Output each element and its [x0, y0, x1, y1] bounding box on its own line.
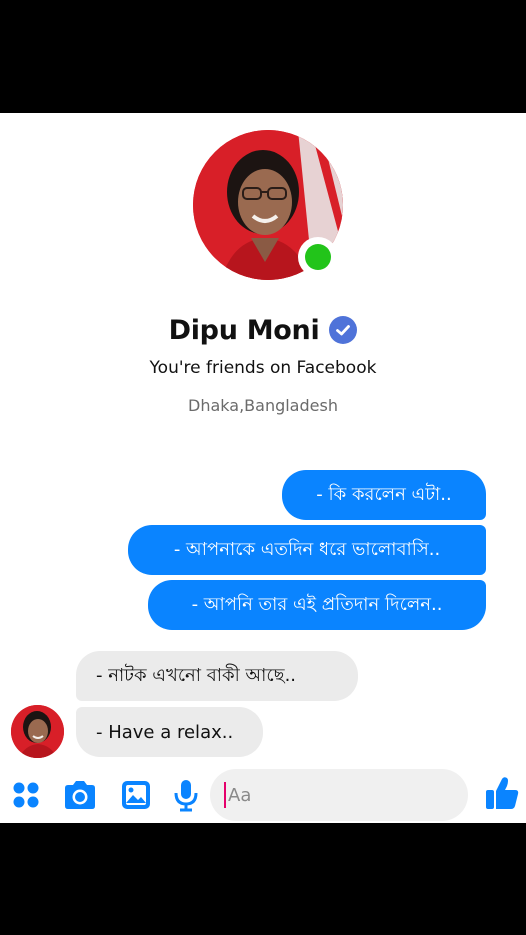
incoming-message[interactable]: - Have a relax..: [76, 707, 263, 757]
microphone-icon[interactable]: [168, 777, 204, 813]
outgoing-message[interactable]: - আপনি তার এই প্রতিদান দিলেন..: [148, 580, 486, 630]
gallery-icon[interactable]: [118, 777, 154, 813]
apps-icon[interactable]: [8, 777, 44, 813]
message-input-box[interactable]: [210, 769, 468, 821]
sender-avatar[interactable]: [11, 705, 64, 758]
camera-icon[interactable]: [62, 777, 98, 813]
friends-status-text: You're friends on Facebook: [149, 358, 377, 378]
outgoing-message[interactable]: - আপনাকে এতদিন ধরে ভালোবাসি..: [128, 525, 486, 575]
like-icon[interactable]: [482, 773, 522, 813]
incoming-message[interactable]: - নাটক এখনো বাকী আছে..: [76, 651, 358, 701]
message-input[interactable]: [224, 782, 404, 808]
profile-location: Dhaka,Bangladesh: [188, 396, 338, 415]
online-status-indicator: [298, 237, 338, 277]
verified-badge-icon: [329, 316, 358, 344]
profile-name[interactable]: Dipu Moni: [169, 315, 320, 346]
profile-name-row: Dipu Moni: [0, 310, 526, 350]
outgoing-message[interactable]: - কি করলেন এটা..: [282, 470, 486, 520]
composer-bar: [0, 765, 526, 823]
chat-screen: Dipu Moni You're friends on Facebook Dha…: [0, 113, 526, 823]
